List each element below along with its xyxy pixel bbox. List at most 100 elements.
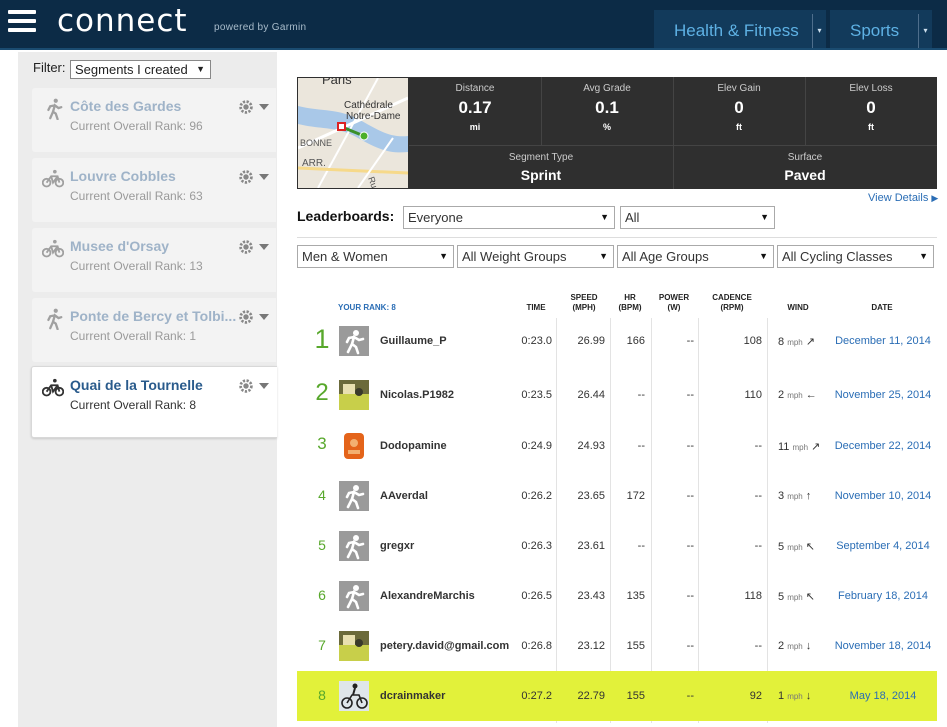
rank-number: 7 bbox=[318, 637, 326, 653]
athlete-name[interactable]: Nicolas.P1982 bbox=[380, 389, 454, 401]
cell-speed: 26.44 bbox=[577, 389, 605, 401]
segment-item[interactable]: Côte des Gardes Current Overall Rank: 96 bbox=[32, 88, 276, 152]
table-row[interactable]: 6 AlexandreMarchis 0:26.5 23.43 135 -- 118 5 mp… bbox=[297, 571, 937, 621]
col-time[interactable]: TIME bbox=[518, 303, 554, 313]
stat-unit: ft bbox=[868, 122, 874, 132]
cyclist-avatar[interactable] bbox=[339, 681, 369, 711]
default-avatar[interactable] bbox=[339, 531, 369, 561]
segment-name[interactable]: Côte des Gardes bbox=[70, 98, 240, 114]
photo-avatar[interactable] bbox=[339, 631, 369, 661]
hamburger-menu-icon[interactable] bbox=[8, 10, 36, 34]
age-select[interactable]: All Age Groups ▼ bbox=[617, 245, 774, 268]
nav-health-fitness[interactable]: Health & Fitness ▾ bbox=[654, 10, 826, 48]
segment-item-active[interactable]: Quai de la Tournelle Current Overall Ran… bbox=[31, 366, 277, 438]
default-avatar[interactable] bbox=[339, 581, 369, 611]
col-power[interactable]: POWER (W) bbox=[652, 293, 696, 313]
period-select[interactable]: All ▼ bbox=[620, 206, 775, 229]
cycling-icon bbox=[42, 239, 64, 258]
table-row[interactable]: 2 Nicolas.P1982 0:23.5 26.44 -- -- 110 2 mph ← No… bbox=[297, 370, 937, 420]
gear-icon[interactable] bbox=[237, 98, 255, 116]
segment-name[interactable]: Ponte de Bercy et Tolbi... bbox=[70, 308, 240, 324]
activity-date-link[interactable]: December 22, 2014 bbox=[833, 440, 933, 452]
table-row[interactable]: 7 petery.david@gmail.com 0:26.8 23.12 155 -- -… bbox=[297, 621, 937, 671]
col-hr-unit: (BPM) bbox=[618, 303, 642, 312]
cell-wind: 3 mph ↑ bbox=[778, 490, 828, 502]
chevron-down-icon: ▼ bbox=[196, 64, 205, 74]
table-row[interactable]: 3 Dodopamine 0:24.9 24.93 -- -- -- 11 mph ↗ Decem… bbox=[297, 421, 937, 471]
wind-unit: mph bbox=[787, 642, 803, 651]
gear-icon[interactable] bbox=[237, 377, 255, 395]
chevron-down-icon: ▼ bbox=[919, 251, 928, 261]
your-rank-link[interactable]: YOUR RANK: 8 bbox=[338, 303, 396, 312]
col-date[interactable]: DATE bbox=[864, 303, 900, 313]
segment-item[interactable]: Louvre Cobbles Current Overall Rank: 63 bbox=[32, 158, 276, 222]
activity-date-link[interactable]: February 18, 2014 bbox=[833, 590, 933, 602]
segment-map[interactable]: Paris Cathédrale Notre-Dame BONNE ARR. R… bbox=[298, 78, 408, 188]
chevron-down-icon[interactable] bbox=[259, 383, 269, 389]
orange-avatar[interactable] bbox=[339, 431, 369, 461]
photo-avatar[interactable] bbox=[339, 380, 369, 410]
chevron-down-icon[interactable] bbox=[259, 314, 269, 320]
cell-time: 0:24.9 bbox=[521, 440, 552, 452]
athlete-name[interactable]: gregxr bbox=[380, 540, 414, 552]
class-select[interactable]: All Cycling Classes ▼ bbox=[777, 245, 934, 268]
table-row[interactable]: 1 Guillaume_P 0:23.0 26.99 166 -- 108 8 mph ↗ Dec… bbox=[297, 316, 937, 366]
activity-date-link[interactable]: September 4, 2014 bbox=[833, 540, 933, 552]
connect-logo[interactable]: connect bbox=[57, 3, 188, 39]
col-hr[interactable]: HR (BPM) bbox=[610, 293, 650, 313]
activity-date-link[interactable]: November 18, 2014 bbox=[833, 640, 933, 652]
activity-date-link[interactable]: November 25, 2014 bbox=[833, 389, 933, 401]
segment-summary-panel: Paris Cathédrale Notre-Dame BONNE ARR. R… bbox=[297, 77, 937, 189]
stat-elev-loss: Elev Loss 0 ft bbox=[805, 83, 937, 132]
table-row[interactable]: 4 AAverdal 0:26.2 23.65 172 -- -- 3 mph ↑ Novembe… bbox=[297, 471, 937, 521]
default-avatar[interactable] bbox=[339, 326, 369, 356]
cell-hr: 135 bbox=[626, 590, 645, 602]
view-details-link[interactable]: View Details ▶ bbox=[868, 192, 938, 204]
chevron-down-icon[interactable]: ▾ bbox=[812, 14, 826, 48]
filter-label: Filter: bbox=[33, 60, 66, 75]
segment-name[interactable]: Quai de la Tournelle bbox=[70, 377, 240, 393]
segment-rank: Current Overall Rank: 96 bbox=[70, 119, 203, 133]
cell-speed: 23.61 bbox=[577, 540, 605, 552]
athlete-name[interactable]: AAverdal bbox=[380, 490, 428, 502]
default-avatar[interactable] bbox=[339, 481, 369, 511]
chevron-down-icon[interactable] bbox=[259, 104, 269, 110]
wind-speed: 8 bbox=[778, 336, 785, 348]
stat-value: 0.17 bbox=[458, 98, 492, 117]
rank-number: 1 bbox=[314, 324, 330, 354]
table-row[interactable]: 5 gregxr 0:26.3 23.61 -- -- -- 5 mph ↖ September … bbox=[297, 521, 937, 571]
wind-unit: mph bbox=[787, 543, 803, 552]
audience-select[interactable]: Everyone ▼ bbox=[403, 206, 615, 229]
wind-direction-arrow-icon: ↓ bbox=[805, 690, 812, 702]
chevron-down-icon[interactable] bbox=[259, 244, 269, 250]
segment-item[interactable]: Musee d'Orsay Current Overall Rank: 13 bbox=[32, 228, 276, 292]
gear-icon[interactable] bbox=[237, 308, 255, 326]
cell-time: 0:26.3 bbox=[521, 540, 552, 552]
activity-date-link[interactable]: November 10, 2014 bbox=[833, 490, 933, 502]
segment-item[interactable]: Ponte de Bercy et Tolbi... Current Overa… bbox=[32, 298, 276, 362]
col-speed[interactable]: SPEED (MPH) bbox=[562, 293, 606, 313]
weight-select[interactable]: All Weight Groups ▼ bbox=[457, 245, 614, 268]
segment-name[interactable]: Musee d'Orsay bbox=[70, 238, 240, 254]
gear-icon[interactable] bbox=[237, 238, 255, 256]
wind-unit: mph bbox=[787, 692, 803, 701]
filter-select[interactable]: Segments I created ▼ bbox=[70, 60, 211, 79]
nav-sports[interactable]: Sports ▾ bbox=[830, 10, 932, 48]
col-wind[interactable]: WIND bbox=[780, 303, 816, 313]
segment-name[interactable]: Louvre Cobbles bbox=[70, 168, 240, 184]
gear-icon[interactable] bbox=[237, 168, 255, 186]
wind-direction-arrow-icon: ← bbox=[805, 389, 817, 401]
activity-date-link[interactable]: May 18, 2014 bbox=[833, 690, 933, 702]
chevron-down-icon[interactable]: ▾ bbox=[918, 14, 932, 48]
gender-select[interactable]: Men & Women ▼ bbox=[297, 245, 454, 268]
athlete-name[interactable]: Guillaume_P bbox=[380, 335, 447, 347]
athlete-name[interactable]: Dodopamine bbox=[380, 440, 447, 452]
activity-date-link[interactable]: December 11, 2014 bbox=[833, 335, 933, 347]
table-row-current-user[interactable]: 8 dcrainmaker 0:27.2 22.79 155 -- 92 1 mph ↓ May … bbox=[297, 671, 937, 721]
athlete-name[interactable]: petery.david@gmail.com bbox=[380, 640, 509, 652]
col-cadence[interactable]: CADENCE (RPM) bbox=[704, 293, 760, 313]
chevron-down-icon[interactable] bbox=[259, 174, 269, 180]
athlete-name[interactable]: dcrainmaker bbox=[380, 690, 445, 702]
cell-hr: 155 bbox=[626, 690, 645, 702]
athlete-name[interactable]: AlexandreMarchis bbox=[380, 590, 475, 602]
